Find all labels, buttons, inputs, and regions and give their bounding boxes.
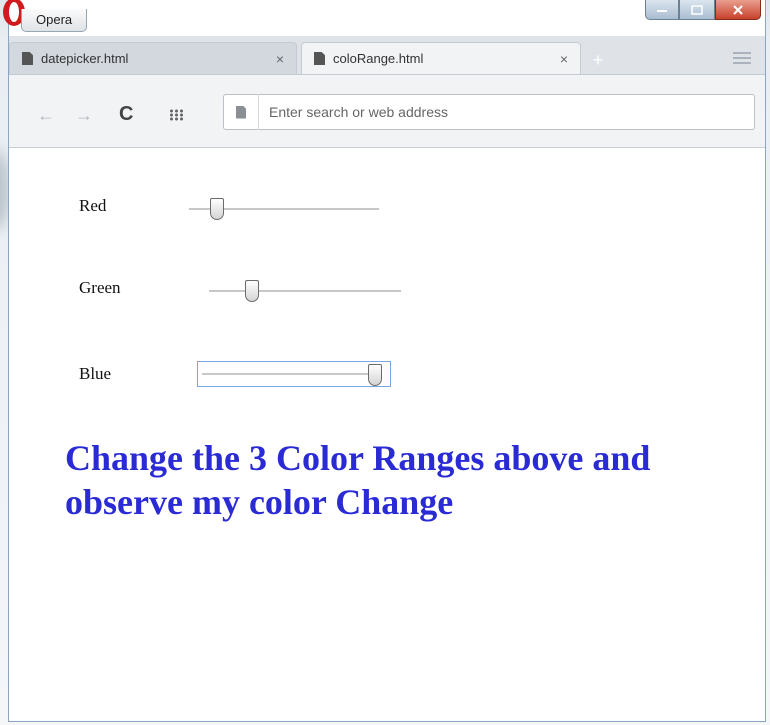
green-label: Green xyxy=(79,278,121,297)
opera-menu-button[interactable]: Opera xyxy=(21,9,88,32)
blue-slider-thumb[interactable] xyxy=(368,364,382,386)
page-info-icon[interactable] xyxy=(224,94,259,130)
blue-label: Blue xyxy=(79,364,112,383)
speed-dial-icon[interactable] xyxy=(169,109,183,121)
reload-icon[interactable]: C xyxy=(119,103,133,126)
address-input[interactable] xyxy=(259,97,754,127)
red-slider-thumb[interactable] xyxy=(210,198,224,220)
page-content: Red Green Blue Change the 3 Color Ranges… xyxy=(9,148,765,721)
page-icon xyxy=(314,52,325,65)
window-close-button[interactable] xyxy=(715,0,761,20)
minimize-icon xyxy=(657,9,667,12)
close-icon xyxy=(733,4,743,15)
tab-label: coloRange.html xyxy=(333,51,424,66)
title-bar: Opera xyxy=(1,0,770,36)
new-tab-icon[interactable]: + xyxy=(587,50,609,70)
tab-datepicker[interactable]: datepicker.html × xyxy=(9,42,297,74)
address-bar[interactable] xyxy=(223,94,755,130)
maximize-icon xyxy=(691,4,703,15)
red-range-slider[interactable] xyxy=(189,198,379,220)
minimize-button[interactable] xyxy=(645,0,679,20)
back-arrow-icon[interactable]: ← xyxy=(37,105,55,126)
forward-arrow-icon[interactable]: → xyxy=(75,105,93,126)
page-icon xyxy=(22,52,33,65)
window-controls xyxy=(645,0,761,28)
browser-window: Opera datepicker.html × coloRange.html ×… xyxy=(3,0,766,722)
blue-range-slider[interactable] xyxy=(197,361,391,387)
tab-close-icon[interactable]: × xyxy=(560,51,568,67)
green-range-slider[interactable] xyxy=(209,280,401,302)
color-change-headline: Change the 3 Color Ranges above and obse… xyxy=(65,438,651,522)
navigation-toolbar: ← → C xyxy=(9,75,765,148)
tab-label: datepicker.html xyxy=(41,51,129,66)
maximize-button[interactable] xyxy=(679,0,715,20)
tab-colorange[interactable]: coloRange.html × xyxy=(301,42,581,74)
tab-strip: datepicker.html × coloRange.html × + xyxy=(9,36,765,75)
green-slider-thumb[interactable] xyxy=(245,280,259,302)
blue-slider-track xyxy=(202,364,382,386)
tab-menu-icon[interactable] xyxy=(733,52,751,66)
tab-close-icon[interactable]: × xyxy=(276,51,284,67)
red-label: Red xyxy=(79,196,107,215)
